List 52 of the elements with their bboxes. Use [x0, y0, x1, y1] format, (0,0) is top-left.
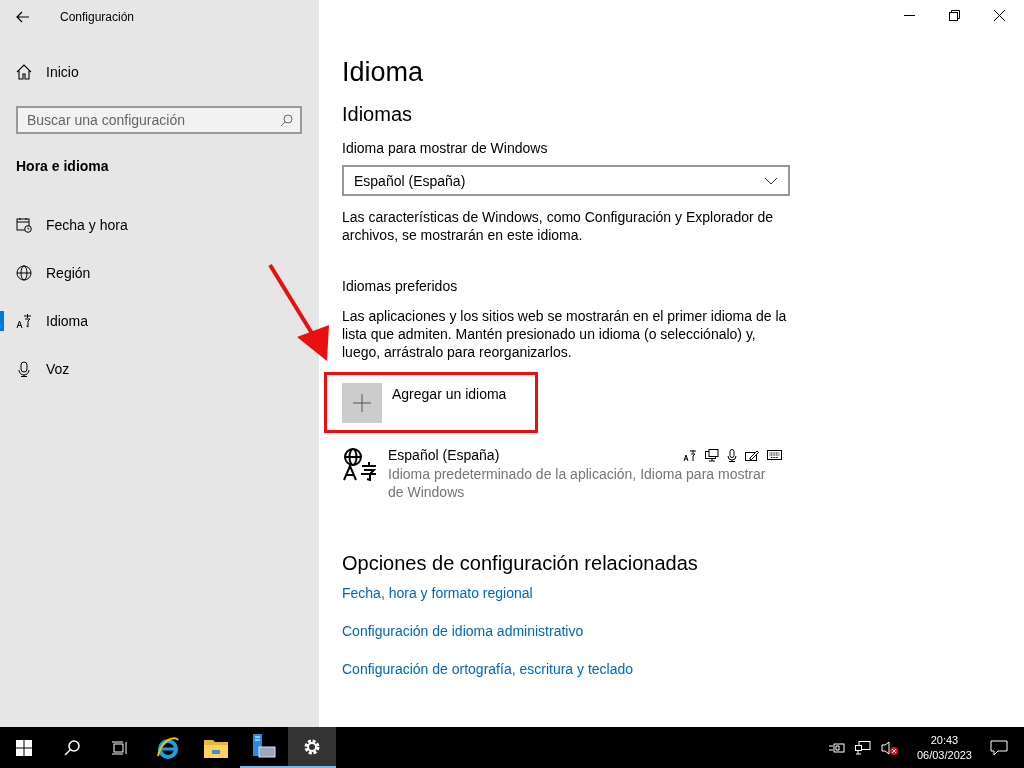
window-title: Configuración [60, 10, 135, 24]
chevron-down-icon [764, 176, 778, 185]
add-language-button[interactable]: Agregar un idioma [342, 383, 532, 423]
power-plug-icon[interactable] [828, 741, 845, 754]
taskbar-clock[interactable]: 20:43 06/03/2023 [916, 732, 972, 763]
section-heading: Idiomas [342, 102, 414, 126]
sidebar-item[interactable]: Idioma [16, 297, 296, 345]
folder-icon [204, 737, 228, 758]
close-icon[interactable] [994, 10, 1005, 21]
sidebar-item[interactable]: Región [16, 249, 296, 297]
network-icon[interactable] [854, 740, 871, 755]
search-icon [64, 739, 80, 756]
notifications-icon[interactable] [990, 739, 1008, 756]
language-icon [16, 313, 32, 329]
browser-icon [156, 735, 180, 760]
language-description: Idioma predeterminado de la aplicación, Idioma para mostrar de Windows [388, 465, 767, 501]
back-arrow-icon[interactable] [16, 11, 30, 23]
field-label: Idioma para mostrar de Windows [342, 140, 549, 157]
search-field[interactable]: Buscar una configuración [16, 106, 302, 134]
search-icon [280, 114, 293, 127]
microphone-icon [727, 448, 737, 462]
description-text: Las aplicaciones y los sitios web se mostrarán en el primer idioma de la lista que admiten. Mantén presionado un idioma (o selecciónalo) y, luego, arrástralo para reorganizarlos. [342, 307, 788, 361]
section-title: Hora e idioma [16, 158, 110, 174]
language-item[interactable]: Español (España) Idioma predeterminado de la aplicación, Idioma para mostrar de Windows [342, 447, 782, 501]
related-link[interactable]: Configuración de ortografía, escritura y teclado [342, 661, 634, 677]
related-link[interactable]: Fecha, hora y formato regional [342, 585, 533, 601]
plus-icon [342, 383, 382, 423]
sidebar-item[interactable]: Voz [16, 345, 296, 393]
display-icon [705, 448, 719, 462]
related-link[interactable]: Configuración de idioma administrativo [342, 623, 584, 639]
restore-icon[interactable] [949, 10, 960, 21]
windows-logo-icon [16, 739, 32, 756]
section-heading: Opciones de configuración relacionadas [342, 551, 699, 575]
server-icon [252, 733, 276, 760]
speaker-muted-icon[interactable] [880, 740, 899, 755]
sidebar-item[interactable]: Fecha y hora [16, 201, 296, 249]
language-pack-icon [683, 448, 697, 462]
settings-app-button[interactable] [288, 727, 336, 768]
home-link[interactable]: Inicio [16, 48, 296, 96]
description-text: Las características de Windows, como Configuración y Explorador de archivos, se mostrarán en este idioma. [342, 208, 775, 244]
language-globe-icon [342, 447, 378, 481]
page-title: Idioma [342, 56, 425, 88]
pen-icon [745, 448, 759, 462]
globe-icon [16, 265, 32, 281]
language-dropdown[interactable]: Español (España) [342, 165, 790, 196]
language-name: Español (España) [388, 447, 500, 463]
subsection-title: Idiomas preferidos [342, 278, 459, 295]
keyboard-icon [767, 450, 782, 460]
home-icon [16, 64, 32, 80]
microphone-icon [16, 361, 32, 377]
calendar-clock-icon [16, 217, 32, 233]
task-view-icon [112, 740, 128, 755]
